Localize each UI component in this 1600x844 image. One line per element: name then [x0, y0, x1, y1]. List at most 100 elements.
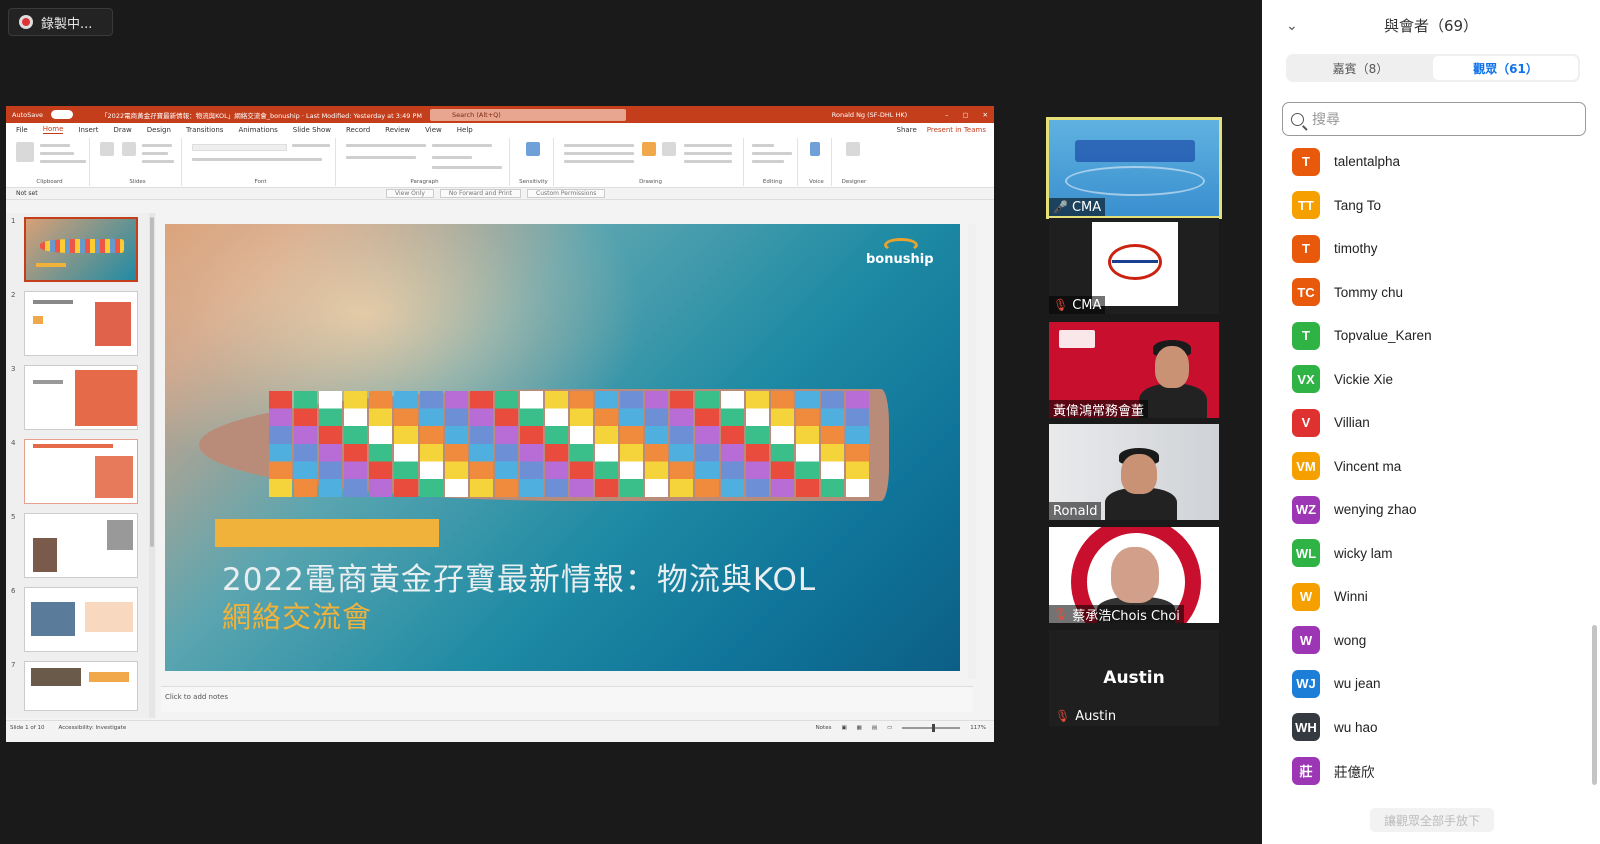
tile-name-bar: 黃偉鴻常務會董	[1049, 400, 1149, 418]
reading-view-icon[interactable]: ▤	[872, 725, 877, 731]
video-tile-cma-2[interactable]: 🎙 CMA	[1049, 218, 1219, 314]
tab-draw[interactable]: Draw	[113, 126, 131, 134]
bonuship-logo-icon	[884, 238, 918, 252]
slide-thumbnail-6[interactable]	[24, 587, 138, 652]
sensitivity-icon[interactable]	[526, 142, 540, 156]
participant-row[interactable]: TT Tang To	[1292, 184, 1582, 228]
slide-thumbnail-1[interactable]	[24, 217, 138, 282]
slide-title-line1: 2022電商黃金孖寶最新情報：物流與KOL	[222, 562, 817, 598]
participant-row[interactable]: WJ wu jean	[1292, 662, 1582, 706]
tab-insert[interactable]: Insert	[78, 126, 98, 134]
participant-name: Ronald	[1053, 503, 1098, 519]
participant-row[interactable]: WL wicky lam	[1292, 532, 1582, 576]
video-tile-wong[interactable]: 黃偉鴻常務會董	[1049, 322, 1219, 418]
new-slide-icon[interactable]	[100, 142, 114, 156]
participant-row[interactable]: VM Vincent ma	[1292, 445, 1582, 489]
tab-help[interactable]: Help	[457, 126, 473, 134]
ribbon-group-designer: Designer	[836, 138, 872, 186]
slide-canvas[interactable]: bonuship 2022電商黃金孖寶最新情報：物流與KOL 網絡交流會	[165, 224, 960, 671]
reuse-slides-icon[interactable]	[122, 142, 136, 156]
avatar: WJ	[1292, 669, 1320, 698]
window-controls: – ▢ ✕	[945, 111, 988, 119]
slide-thumbnail-4[interactable]	[24, 439, 138, 504]
slide-thumbnail-pane: 1 2 3 4 5 6 7	[6, 213, 156, 718]
tab-panelists[interactable]: 嘉賓（8）	[1288, 56, 1433, 80]
tab-view[interactable]: View	[425, 126, 442, 134]
camera-off-name: Austin	[1103, 668, 1165, 688]
maximize-icon[interactable]: ▢	[962, 111, 968, 119]
paste-icon[interactable]	[16, 142, 34, 162]
lower-all-hands-button[interactable]: 讓觀眾全部手放下	[1370, 808, 1494, 832]
dictate-icon[interactable]	[810, 142, 820, 156]
autosave-toggle[interactable]	[51, 110, 74, 119]
participant-name: wu hao	[1334, 719, 1378, 735]
tab-design[interactable]: Design	[147, 126, 171, 134]
avatar: VX	[1292, 365, 1320, 394]
participant-row[interactable]: VX Vickie Xie	[1292, 358, 1582, 402]
slide-thumbnail-3[interactable]	[24, 365, 138, 430]
zoom-slider[interactable]	[902, 723, 961, 732]
slideshow-icon[interactable]: ▭	[887, 725, 892, 731]
bonuship-logo: bonuship	[866, 238, 946, 272]
normal-view-icon[interactable]: ▣	[841, 725, 846, 731]
slide-scrollbar[interactable]	[968, 224, 976, 679]
video-tile-chois-choi[interactable]: 🎙 蔡承浩Chois Choi	[1049, 527, 1219, 623]
tab-home[interactable]: Home	[42, 125, 64, 134]
search-icon	[1291, 112, 1304, 126]
tab-record[interactable]: Record	[346, 126, 370, 134]
ppt-search-box[interactable]: Search (Alt+Q)	[429, 108, 626, 121]
recording-indicator[interactable]: 錄製中...	[8, 8, 113, 36]
notes-pane[interactable]: Click to add notes	[161, 686, 973, 712]
slide-thumbnail-5[interactable]	[24, 513, 138, 578]
participant-row[interactable]: WH wu hao	[1292, 706, 1582, 750]
container-stack	[670, 391, 694, 497]
video-tile-austin[interactable]: Austin 🎙 Austin	[1049, 630, 1219, 726]
close-icon[interactable]: ✕	[983, 111, 988, 119]
participant-row[interactable]: Wwong	[1292, 619, 1582, 663]
participant-list-scrollbar[interactable]	[1592, 625, 1597, 785]
quick-styles-icon[interactable]	[662, 142, 676, 156]
video-tile-cma-1[interactable]: 🎤 CMA	[1046, 117, 1222, 219]
share-button[interactable]: Share	[897, 126, 917, 134]
tab-slide-show[interactable]: Slide Show	[293, 126, 331, 134]
tab-file[interactable]: File	[16, 126, 28, 134]
participant-type-tabs: 嘉賓（8） 觀眾（61）	[1286, 54, 1580, 82]
group-label: Sensitivity	[519, 179, 548, 185]
container-stack	[544, 391, 568, 497]
participant-row[interactable]: 莊莊億欣	[1292, 749, 1582, 793]
tab-attendees[interactable]: 觀眾（61）	[1433, 56, 1578, 80]
zoom-level[interactable]: 117%	[970, 725, 986, 731]
participant-row[interactable]: TC Tommy chu	[1292, 271, 1582, 315]
participant-row[interactable]: T Topvalue_Karen	[1292, 314, 1582, 358]
tab-animations[interactable]: Animations	[238, 126, 277, 134]
accessibility-status[interactable]: Accessibility: Investigate	[58, 725, 126, 731]
avatar: TT	[1292, 191, 1320, 220]
participant-row[interactable]: WZ wenying zhao	[1292, 488, 1582, 532]
slide-sorter-icon[interactable]: ▦	[857, 725, 862, 731]
slide-thumbnail-2[interactable]	[24, 291, 138, 356]
notes-toggle[interactable]: Notes	[816, 725, 832, 731]
muted-microphone-icon: 🎙	[1055, 709, 1071, 723]
slide-thumbnail-7[interactable]	[24, 661, 138, 711]
minimize-icon[interactable]: –	[945, 111, 948, 119]
avatar: WH	[1292, 713, 1320, 742]
video-tile-ronald[interactable]: Ronald	[1049, 424, 1219, 520]
participant-row[interactable]: V Villian	[1292, 401, 1582, 445]
participant-row[interactable]: Ttimothy	[1292, 227, 1582, 271]
record-icon	[19, 15, 33, 29]
tab-review[interactable]: Review	[385, 126, 410, 134]
participant-row[interactable]: W Winni	[1292, 575, 1582, 619]
avatar: T	[1292, 234, 1320, 263]
tab-transitions[interactable]: Transitions	[186, 126, 224, 134]
container-stack	[469, 391, 493, 497]
participant-row[interactable]: Ttalentalpha	[1292, 140, 1582, 184]
design-ideas-icon[interactable]	[846, 142, 860, 156]
container-stack	[845, 391, 869, 497]
present-in-teams-button[interactable]: Present in Teams	[927, 126, 986, 134]
arrange-icon[interactable]	[642, 142, 656, 156]
avatar: TC	[1292, 278, 1320, 307]
thumbnail-scrollbar[interactable]	[149, 213, 155, 718]
participant-search-input[interactable]: 搜尋	[1282, 102, 1586, 136]
ribbon-group-sensitivity: Sensitivity	[514, 138, 554, 186]
chevron-down-icon[interactable]: ⌄	[1286, 18, 1298, 34]
